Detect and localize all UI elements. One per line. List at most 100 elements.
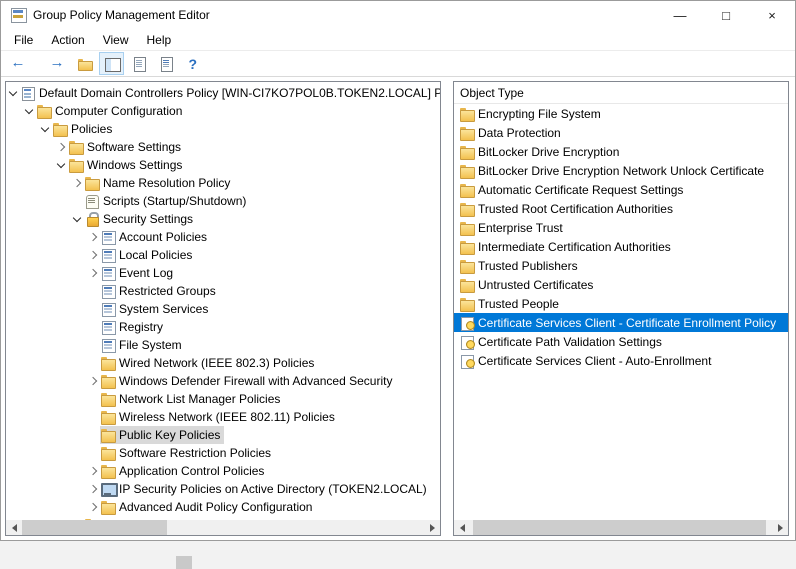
tree-item-restricted-groups[interactable]: Restricted Groups [6,282,440,300]
tree-item-system-services[interactable]: System Services [6,300,440,318]
scroll-right-button[interactable] [424,520,440,535]
tree-item-wireless-network[interactable]: Wireless Network (IEEE 802.11) Policies [6,408,440,426]
list-item[interactable]: Intermediate Certification Authorities [454,237,788,256]
tree-node[interactable]: Public Key Policies [100,426,225,444]
back-button[interactable] [6,52,31,75]
twisty-icon[interactable] [88,246,100,264]
twisty-icon[interactable] [88,264,100,282]
tree-node[interactable]: System Services [100,300,212,318]
twisty-icon[interactable] [56,138,68,156]
tree-node[interactable]: Restricted Groups [100,282,220,300]
twisty-icon[interactable] [88,228,100,246]
twisty-icon[interactable] [88,390,100,408]
tree-node[interactable]: Event Log [100,264,177,282]
tree-item-root[interactable]: Default Domain Controllers Policy [WIN-C… [6,84,440,102]
tree-node[interactable]: Wired Network (IEEE 802.3) Policies [100,354,318,372]
list-item[interactable]: Encrypting File System [454,104,788,123]
maximize-button[interactable]: □ [703,1,749,29]
menu-item[interactable]: Action [42,31,93,49]
tree-node[interactable]: Registry [100,318,167,336]
twisty-icon[interactable] [88,282,100,300]
tree-item-local-policies[interactable]: Local Policies [6,246,440,264]
tree-node[interactable]: Software Restriction Policies [100,444,275,462]
tree-node[interactable]: Wireless Network (IEEE 802.11) Policies [100,408,339,426]
twisty-icon[interactable] [56,156,68,174]
list-horizontal-scrollbar[interactable] [454,520,788,535]
twisty-icon[interactable] [88,408,100,426]
list-item[interactable]: Trusted People [454,294,788,313]
twisty-icon[interactable] [24,102,36,120]
scroll-left-button[interactable] [454,520,470,535]
list-item[interactable]: Certificate Path Validation Settings [454,332,788,351]
tree-item-computer-configuration[interactable]: Computer Configuration [6,102,440,120]
twisty-icon[interactable] [88,318,100,336]
tree-item-application-control-policies[interactable]: Application Control Policies [6,462,440,480]
twisty-icon[interactable] [88,372,100,390]
menu-item[interactable]: Help [138,31,181,49]
tree-item-software-settings[interactable]: Software Settings [6,138,440,156]
tree-item-policies[interactable]: Policies [6,120,440,138]
tree-node[interactable]: Advanced Audit Policy Configuration [100,498,316,516]
tree-horizontal-scrollbar[interactable] [6,520,440,535]
close-button[interactable]: × [749,1,795,29]
twisty-icon[interactable] [72,174,84,192]
tree-node[interactable]: Software Settings [68,138,185,156]
tree-item-public-key-policies[interactable]: Public Key Policies [6,426,440,444]
list-item[interactable]: Automatic Certificate Request Settings [454,180,788,199]
minimize-button[interactable]: — [657,1,703,29]
tree-node[interactable]: Security Settings [84,210,197,228]
tree-item-event-log[interactable]: Event Log [6,264,440,282]
scroll-track[interactable] [22,520,424,535]
properties-button[interactable] [126,52,151,75]
scroll-right-button[interactable] [772,520,788,535]
tree-node[interactable]: Application Control Policies [100,462,268,480]
scroll-left-button[interactable] [6,520,22,535]
tree-item-scripts[interactable]: Scripts (Startup/Shutdown) [6,192,440,210]
show-console-tree-button[interactable] [99,52,124,75]
tree-item-network-list-manager[interactable]: Network List Manager Policies [6,390,440,408]
tree-node[interactable]: Scripts (Startup/Shutdown) [84,192,250,210]
list-item[interactable]: Data Protection [454,123,788,142]
tree-node[interactable]: Name Resolution Policy [84,174,234,192]
tree-node[interactable]: Default Domain Controllers Policy [WIN-C… [20,84,440,102]
tree-item-ip-security-policies[interactable]: IP Security Policies on Active Directory… [6,480,440,498]
tree-node[interactable]: IP Security Policies on Active Directory… [100,480,431,498]
list-item[interactable]: Certificate Services Client - Auto-Enrol… [454,351,788,370]
tree-node[interactable]: Account Policies [100,228,211,246]
list-item[interactable]: Enterprise Trust [454,218,788,237]
help-button[interactable] [180,52,205,75]
export-list-button[interactable] [153,52,178,75]
twisty-icon[interactable] [88,444,100,462]
tree-item-name-resolution-policy[interactable]: Name Resolution Policy [6,174,440,192]
twisty-icon[interactable] [88,300,100,318]
twisty-icon[interactable] [88,498,100,516]
tree-node[interactable]: Windows Defender Firewall with Advanced … [100,372,396,390]
tree-item-software-restriction-policies[interactable]: Software Restriction Policies [6,444,440,462]
column-header-object-type[interactable]: Object Type [454,82,788,104]
scroll-thumb[interactable] [473,520,766,535]
up-one-level-button[interactable] [72,52,97,75]
list-item[interactable]: BitLocker Drive Encryption Network Unloc… [454,161,788,180]
tree-item-windows-settings[interactable]: Windows Settings [6,156,440,174]
twisty-icon[interactable] [72,210,84,228]
menu-item[interactable]: File [5,31,42,49]
list-item[interactable]: Trusted Publishers [454,256,788,275]
tree-node[interactable]: File System [100,336,186,354]
tree-item-file-system[interactable]: File System [6,336,440,354]
scroll-track[interactable] [470,520,772,535]
tree-item-wired-network[interactable]: Wired Network (IEEE 802.3) Policies [6,354,440,372]
menu-item[interactable]: View [94,31,138,49]
twisty-icon[interactable] [88,480,100,498]
twisty-icon[interactable] [8,84,20,102]
tree-node[interactable]: Policies [52,120,116,138]
tree-node[interactable]: Network List Manager Policies [100,390,284,408]
scroll-thumb[interactable] [22,520,167,535]
list-item[interactable]: Untrusted Certificates [454,275,788,294]
twisty-icon[interactable] [88,336,100,354]
forward-button[interactable] [45,52,70,75]
twisty-icon[interactable] [88,426,100,444]
twisty-icon[interactable] [88,462,100,480]
list-item[interactable]: Certificate Services Client - Certificat… [454,313,788,332]
tree-item-windows-defender-firewall[interactable]: Windows Defender Firewall with Advanced … [6,372,440,390]
list-item[interactable]: Trusted Root Certification Authorities [454,199,788,218]
